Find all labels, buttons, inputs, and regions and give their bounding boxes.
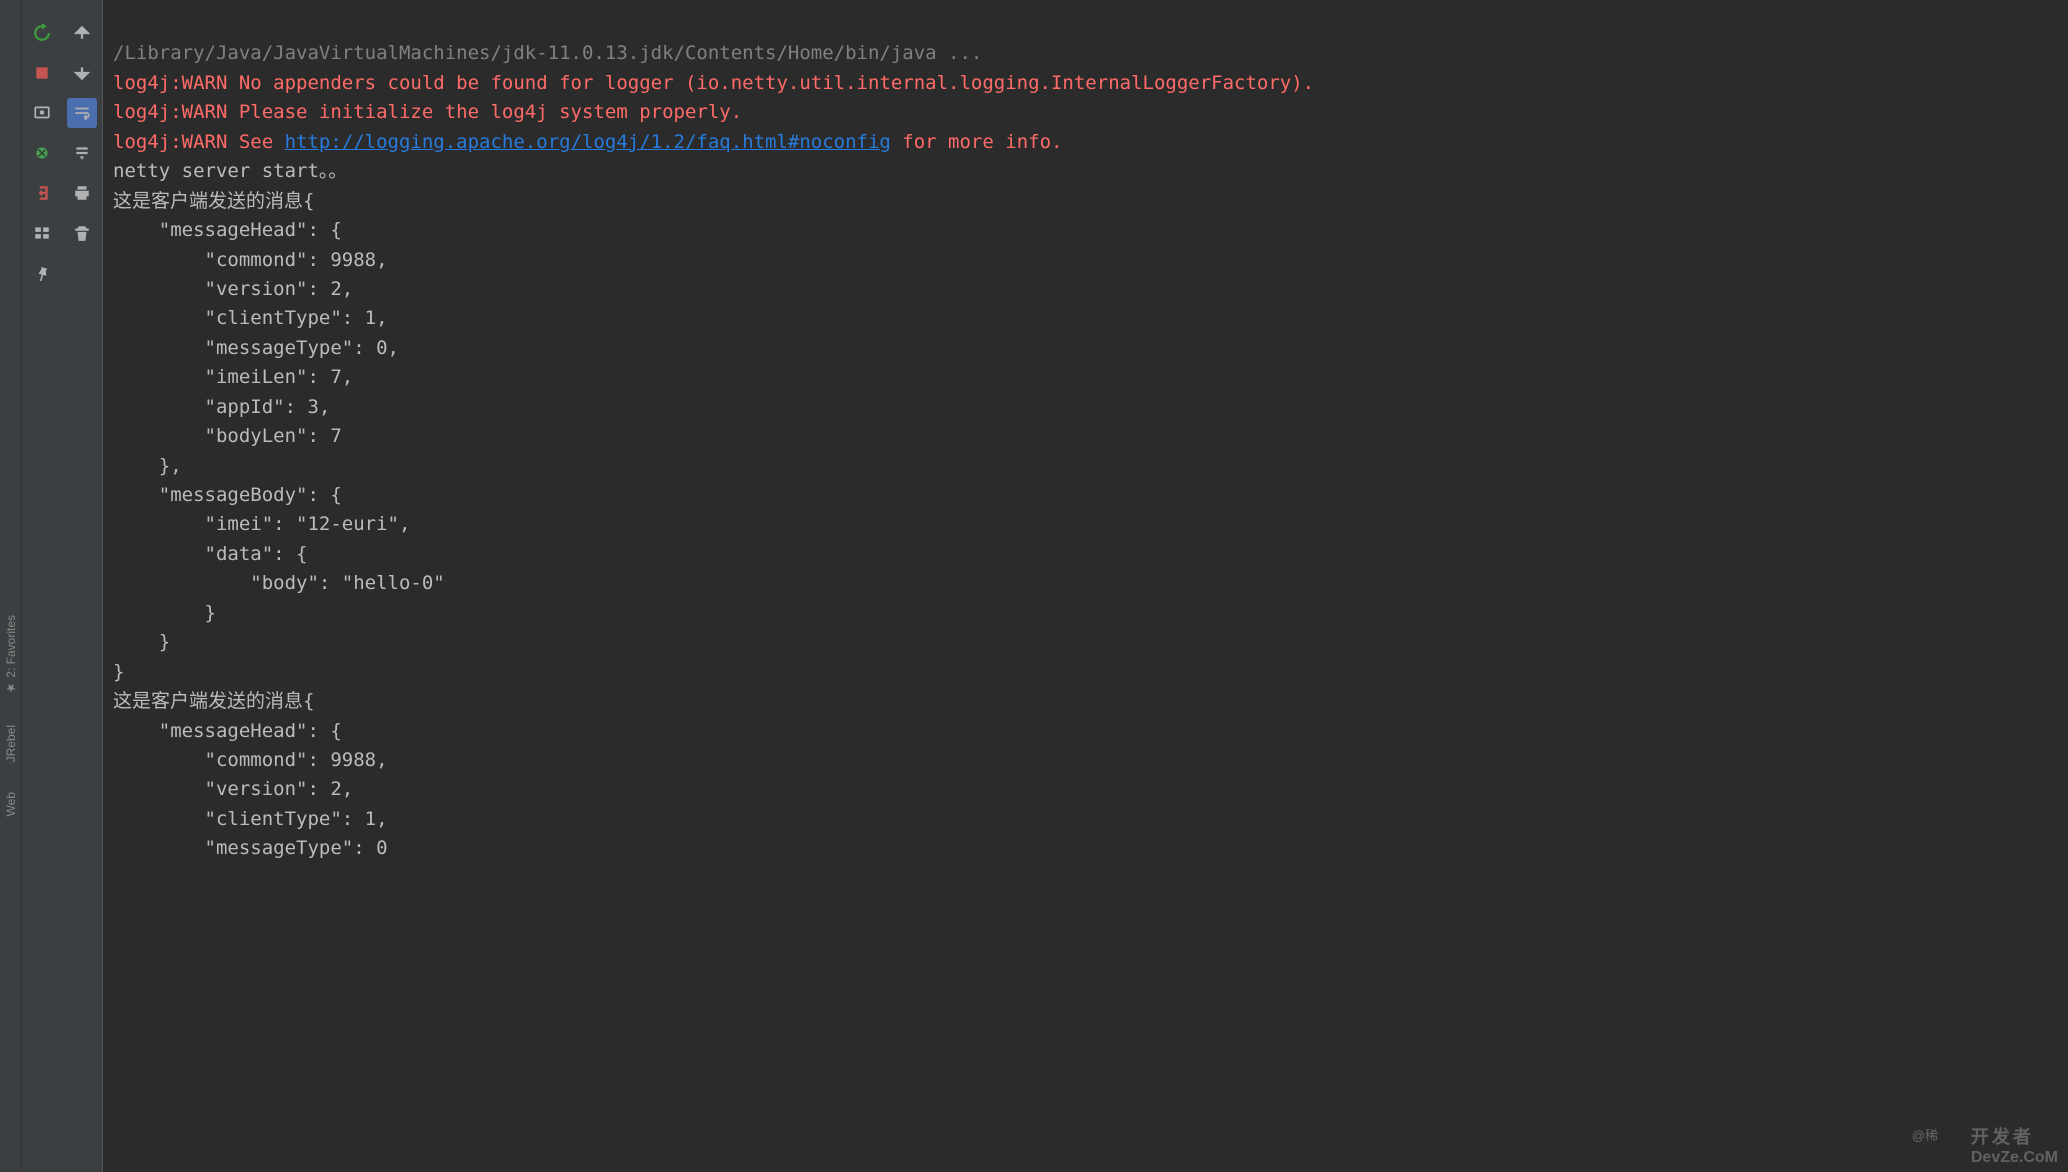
json-line: } (113, 631, 170, 653)
ide-left-sidebar: ★ 2: Favorites JRebel Web (0, 0, 22, 1172)
debug-button[interactable] (27, 138, 57, 168)
json-line: }, (113, 455, 182, 477)
json-line: "commond": 9988, (113, 249, 388, 271)
watermark-user: @稀 (1912, 1125, 1938, 1144)
json-line: "bodyLen": 7 (113, 425, 342, 447)
json-line: "imeiLen": 7, (113, 366, 353, 388)
json-line: "commond": 9988, (113, 749, 388, 771)
down-button[interactable] (67, 58, 97, 88)
json-line: } (113, 602, 216, 624)
log4j-warn-3-prefix: log4j:WARN See (113, 131, 285, 153)
json-line: "appId": 3, (113, 396, 330, 418)
sidebar-jrebel[interactable]: JRebel (4, 725, 18, 762)
json-line: "messageBody": { (113, 484, 342, 506)
json-line: "messageType": 0, (113, 337, 399, 359)
json-line: "data": { (113, 543, 307, 565)
sidebar-web[interactable]: Web (4, 792, 18, 816)
run-tool-window-toolbar (22, 0, 102, 1172)
json-line: "clientType": 1, (113, 808, 388, 830)
console-text: /Library/Java/JavaVirtualMachines/jdk-11… (103, 0, 2068, 874)
json-line: "messageType": 0 (113, 837, 388, 859)
pin-button[interactable] (27, 258, 57, 288)
stop-button[interactable] (27, 58, 57, 88)
log4j-warn-2: log4j:WARN Please initialize the log4j s… (113, 101, 742, 123)
client-msg-1-header: 这是客户端发送的消息{ (113, 190, 314, 212)
sidebar-favorites[interactable]: ★ 2: Favorites (4, 615, 18, 695)
watermark-line2: DevZe.CoM (1971, 1149, 2058, 1167)
watermark-line1: 开发者 (1971, 1123, 2058, 1149)
client-msg-2-header: 这是客户端发送的消息{ (113, 690, 314, 712)
json-line: "version": 2, (113, 278, 353, 300)
json-line: "messageHead": { (113, 219, 342, 241)
console-output[interactable]: /Library/Java/JavaVirtualMachines/jdk-11… (102, 0, 2068, 1172)
dump-threads-button[interactable] (27, 98, 57, 128)
toolbar-column-right (62, 0, 102, 1172)
scroll-to-end-button[interactable] (67, 138, 97, 168)
log4j-warn-3-suffix: for more info. (891, 131, 1063, 153)
json-line: "body": "hello-0" (113, 572, 445, 594)
rerun-button[interactable] (27, 18, 57, 48)
up-button[interactable] (67, 18, 97, 48)
json-line: "clientType": 1, (113, 307, 388, 329)
java-command-line: /Library/Java/JavaVirtualMachines/jdk-11… (113, 42, 982, 64)
clear-all-button[interactable] (67, 218, 97, 248)
toolbar-column-left (22, 0, 62, 1172)
json-line: "version": 2, (113, 778, 353, 800)
layout-button[interactable] (27, 218, 57, 248)
json-line: } (113, 661, 124, 683)
print-button[interactable] (67, 178, 97, 208)
log4j-faq-link[interactable]: http://logging.apache.org/log4j/1.2/faq.… (285, 131, 891, 153)
json-line: "messageHead": { (113, 720, 342, 742)
watermark-logo: 开发者 DevZe.CoM (1971, 1123, 2058, 1167)
exit-button[interactable] (27, 178, 57, 208)
server-start-msg: netty server start。。 (113, 160, 347, 182)
json-line: "imei": "12-euri", (113, 513, 410, 535)
log4j-warn-1: log4j:WARN No appenders could be found f… (113, 72, 1314, 94)
soft-wrap-button[interactable] (67, 98, 97, 128)
